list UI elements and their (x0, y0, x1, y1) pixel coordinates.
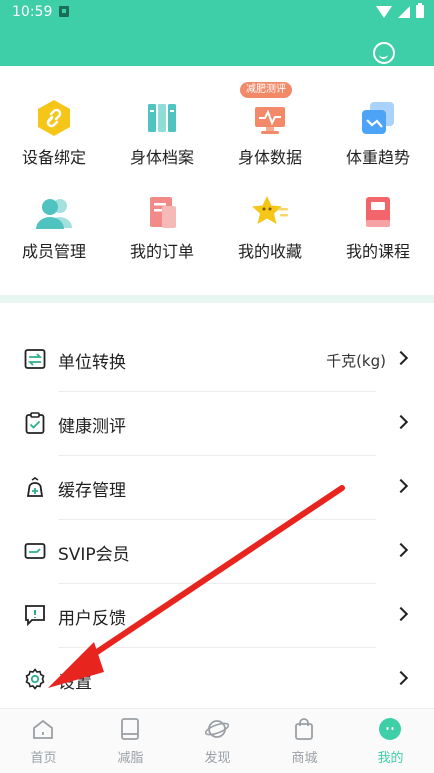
wifi-icon (376, 5, 392, 18)
shopping-bag-icon (295, 718, 313, 740)
members-icon (36, 199, 72, 229)
menu-label: 设置 (58, 673, 92, 693)
assessment-badge: 减肥测评 (240, 82, 292, 98)
status-icons (376, 3, 424, 18)
grid-label: 成员管理 (21, 242, 86, 261)
nav-label: 我的 (377, 751, 404, 766)
book-icon (121, 718, 139, 740)
menu-row-unit-conversion[interactable]: 单位转换 千克(kg) (0, 328, 434, 392)
menu-label: 缓存管理 (58, 481, 126, 501)
nav-tab-discover[interactable]: 发现 (174, 709, 261, 773)
status-time: 10:59 (12, 4, 53, 20)
nav-label: 首页 (30, 751, 57, 766)
planet-icon (205, 720, 229, 738)
grid-item-my-orders[interactable]: 我的订单 (108, 180, 216, 274)
star-icon (252, 196, 288, 224)
bottom-navigation: 首页 减脂 发现 商城 我的 (0, 708, 434, 773)
grid-item-body-profile[interactable]: 身体档案 (108, 86, 216, 180)
menu-label: 单位转换 (58, 353, 126, 373)
course-icon (366, 197, 390, 227)
grid-item-member-management[interactable]: 成员管理 (0, 180, 108, 274)
grid-label: 身体档案 (129, 148, 194, 167)
signal-icon (398, 5, 410, 18)
trend-icon (362, 102, 394, 134)
link-icon (38, 100, 70, 136)
nav-label: 商城 (291, 751, 318, 766)
grid-item-device-binding[interactable]: 设备绑定 (0, 86, 108, 180)
section-divider (0, 295, 434, 303)
chat-bubble-icon[interactable] (373, 42, 395, 64)
nav-tab-fat-loss[interactable]: 减脂 (87, 709, 174, 773)
order-icon (150, 197, 176, 228)
vip-card-icon (24, 543, 46, 559)
chevron-right-icon (393, 350, 409, 366)
nav-tab-mine[interactable]: 我的 (347, 709, 434, 773)
grid-label: 我的课程 (345, 242, 410, 261)
grid-label: 我的订单 (129, 242, 194, 261)
grid-label: 设备绑定 (21, 148, 86, 167)
monitor-icon (255, 107, 285, 134)
chevron-right-icon (393, 414, 409, 430)
menu-row-cache-management[interactable]: 缓存管理 (0, 456, 434, 520)
menu-row-svip-member[interactable]: SVIP会员 (0, 520, 434, 584)
chevron-right-icon (393, 670, 409, 686)
header-bar: 10:59 (0, 0, 434, 66)
menu-label: 用户反馈 (58, 609, 126, 629)
chevron-right-icon (393, 606, 409, 622)
nav-tab-home[interactable]: 首页 (0, 709, 87, 773)
profile-face-icon (379, 718, 401, 740)
menu-row-health-assessment[interactable]: 健康测评 (0, 392, 434, 456)
grid-label: 身体数据 (237, 148, 302, 167)
app-root: 10:59 设备绑定 身体档案 减肥测评 身体数据 体重趋势 成员管理 我的订单… (0, 0, 434, 773)
chevron-right-icon (393, 542, 409, 558)
status-bar: 10:59 (0, 0, 434, 26)
books-icon (148, 104, 176, 132)
cache-bag-icon (26, 477, 44, 497)
unit-convert-icon (24, 349, 46, 369)
nav-label: 发现 (204, 751, 231, 766)
chevron-right-icon (393, 478, 409, 494)
nav-label: 减脂 (117, 751, 144, 766)
battery-icon (416, 3, 424, 18)
clipboard-check-icon (25, 412, 45, 434)
nav-tab-mall[interactable]: 商城 (261, 709, 348, 773)
grid-item-my-favorites[interactable]: 我的收藏 (216, 180, 324, 274)
notification-icon (59, 6, 69, 17)
grid-item-body-data[interactable]: 减肥测评 身体数据 (216, 82, 324, 180)
grid-item-weight-trend[interactable]: 体重趋势 (324, 86, 432, 180)
settings-gear-icon (25, 668, 45, 690)
unit-value: 千克(kg) (326, 352, 386, 370)
menu-row-user-feedback[interactable]: 用户反馈 (0, 584, 434, 648)
home-icon (33, 719, 53, 739)
menu-label: SVIP会员 (58, 545, 130, 565)
grid-item-my-courses[interactable]: 我的课程 (324, 180, 432, 274)
menu-label: 健康测评 (58, 417, 126, 437)
feedback-icon (25, 605, 45, 626)
grid-label: 体重趋势 (345, 148, 410, 167)
grid-label: 我的收藏 (237, 242, 302, 261)
menu-row-settings[interactable]: 设置 (0, 648, 434, 712)
